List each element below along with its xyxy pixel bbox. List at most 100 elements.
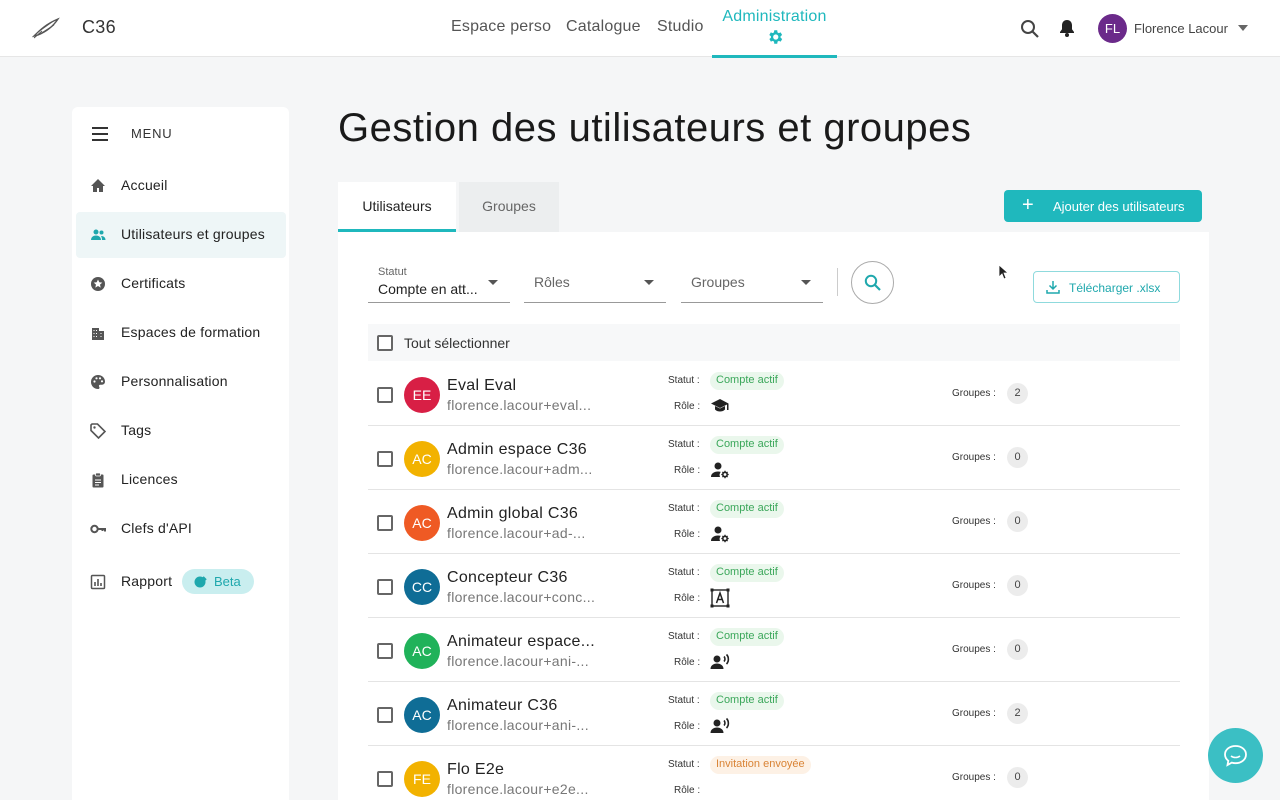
table-row[interactable]: CC Concepteur C36 florence.lacour+conc... S…	[368, 554, 1180, 618]
groups-label: Groupes :	[952, 452, 996, 463]
status-label: Statut :	[668, 695, 700, 706]
status-badge: Compte actif	[710, 692, 784, 710]
download-icon	[1046, 281, 1060, 294]
status-badge: Compte actif	[710, 500, 784, 518]
sidebar-item-label: Utilisateurs et groupes	[121, 226, 265, 242]
status-badge: Compte actif	[710, 564, 784, 582]
groups-count-badge: 0	[1007, 447, 1028, 468]
table-row[interactable]: EE Eval Eval florence.lacour+eval... Statut…	[368, 362, 1180, 426]
sidebar-item-licences[interactable]: Licences	[76, 457, 286, 503]
status-label: Statut :	[668, 567, 700, 578]
top-bar: C36 Espace perso Catalogue Studio Admini…	[0, 0, 1280, 58]
add-users-button[interactable]: + Ajouter des utilisateurs	[1004, 190, 1202, 222]
feather-logo-icon[interactable]	[32, 16, 60, 40]
table-row[interactable]: AC Admin espace C36 florence.lacour+adm...…	[368, 426, 1180, 490]
key-icon	[90, 524, 106, 534]
chart-icon	[90, 574, 106, 590]
sidebar-item-utilisateurs[interactable]: Utilisateurs et groupes	[76, 212, 286, 258]
sidebar-item-tags[interactable]: Tags	[76, 408, 286, 454]
sidebar-item-label: Tags	[121, 422, 152, 438]
table-row[interactable]: AC Animateur espace... florence.lacour+ani…	[368, 618, 1180, 682]
role-label: Rôle :	[674, 785, 701, 796]
search-button[interactable]	[851, 261, 894, 304]
tab-groupes[interactable]: Groupes	[459, 182, 559, 232]
sidebar-item-label: Licences	[121, 471, 178, 487]
app-name[interactable]: C36	[82, 17, 116, 38]
status-label: Statut :	[668, 439, 700, 450]
user-name[interactable]: Admin espace C36	[447, 441, 587, 459]
sidebar-item-label: Personnalisation	[121, 373, 228, 389]
groups-count-badge: 2	[1007, 383, 1028, 404]
user-name[interactable]: Eval Eval	[447, 377, 516, 395]
nav-espace-perso[interactable]: Espace perso	[451, 18, 551, 36]
palette-icon	[91, 375, 105, 389]
bell-icon[interactable]	[1057, 18, 1077, 38]
user-email: florence.lacour+eval...	[447, 397, 592, 413]
sidebar-item-certificats[interactable]: Certificats	[76, 261, 286, 307]
groups-count-badge: 2	[1007, 703, 1028, 724]
row-checkbox[interactable]	[377, 771, 393, 787]
sidebar-item-label: Certificats	[121, 275, 186, 291]
roles-filter-placeholder: Rôles	[534, 274, 570, 290]
user-email: florence.lacour+conc...	[447, 589, 596, 605]
search-icon	[864, 274, 881, 291]
nav-catalogue[interactable]: Catalogue	[566, 18, 641, 36]
user-avatar[interactable]: FL	[1098, 14, 1127, 43]
groups-label: Groupes :	[952, 772, 996, 783]
tab-utilisateurs[interactable]: Utilisateurs	[338, 182, 456, 232]
user-name[interactable]: Concepteur C36	[447, 569, 568, 587]
role-label: Rôle :	[674, 721, 701, 732]
table-row[interactable]: AC Animateur C36 florence.lacour+ani-... St…	[368, 682, 1180, 746]
status-label: Statut :	[668, 759, 700, 770]
user-email: florence.lacour+ani-...	[447, 717, 589, 733]
building-icon	[92, 328, 104, 340]
chat-button[interactable]	[1208, 728, 1263, 783]
avatar: EE	[404, 377, 440, 413]
user-name[interactable]: Animateur C36	[447, 697, 558, 715]
sidebar-item-rapport[interactable]: Rapport Beta	[76, 559, 286, 605]
row-checkbox[interactable]	[377, 515, 393, 531]
user-gear-icon	[711, 462, 729, 479]
avatar: AC	[404, 505, 440, 541]
select-all-checkbox[interactable]	[377, 335, 393, 351]
chevron-down-icon	[488, 280, 498, 285]
menu-toggle[interactable]: MENU	[90, 125, 270, 145]
table-row[interactable]: AC Admin global C36 florence.lacour+ad-...…	[368, 490, 1180, 554]
status-filter[interactable]: Statut Compte en att...	[368, 260, 510, 303]
roles-filter[interactable]: Rôles	[524, 260, 666, 303]
sidebar-item-espaces-de-formation[interactable]: Espaces de formation	[76, 310, 286, 356]
user-name[interactable]: Florence Lacour	[1134, 21, 1228, 36]
row-checkbox[interactable]	[377, 387, 393, 403]
speaker-user-icon	[710, 653, 730, 669]
groups-filter-placeholder: Groupes	[691, 274, 745, 290]
chevron-down-icon[interactable]	[1238, 25, 1248, 31]
sidebar-item-personnalisation[interactable]: Personnalisation	[76, 359, 286, 405]
download-xlsx-button[interactable]: Télécharger .xlsx	[1033, 271, 1180, 303]
nav-administration[interactable]: Administration	[712, 0, 837, 58]
download-xlsx-label: Télécharger .xlsx	[1069, 281, 1161, 295]
nav-studio[interactable]: Studio	[657, 18, 704, 36]
avatar: AC	[404, 633, 440, 669]
home-icon	[91, 179, 105, 192]
user-name[interactable]: Admin global C36	[447, 505, 578, 523]
user-name[interactable]: Flo E2e	[447, 761, 504, 779]
row-checkbox[interactable]	[377, 643, 393, 659]
search-icon[interactable]	[1020, 19, 1040, 39]
table-row[interactable]: FE Flo E2e florence.lacour+e2e... Statut : I…	[368, 746, 1180, 800]
groups-filter[interactable]: Groupes	[681, 260, 823, 303]
row-checkbox[interactable]	[377, 451, 393, 467]
certificate-icon	[91, 277, 105, 291]
sidebar-item-clefs-api[interactable]: Clefs d'API	[76, 506, 286, 552]
role-label: Rôle :	[674, 657, 701, 668]
row-checkbox[interactable]	[377, 707, 393, 723]
active-nav-underline	[712, 55, 837, 58]
sidebar-item-accueil[interactable]: Accueil	[76, 163, 286, 209]
user-email: florence.lacour+e2e...	[447, 781, 589, 797]
user-name[interactable]: Animateur espace...	[447, 633, 595, 651]
flask-icon	[194, 576, 207, 588]
avatar: AC	[404, 697, 440, 733]
user-email: florence.lacour+adm...	[447, 461, 593, 477]
user-email: florence.lacour+ad-...	[447, 525, 586, 541]
row-checkbox[interactable]	[377, 579, 393, 595]
select-all-row: Tout sélectionner	[368, 324, 1180, 361]
